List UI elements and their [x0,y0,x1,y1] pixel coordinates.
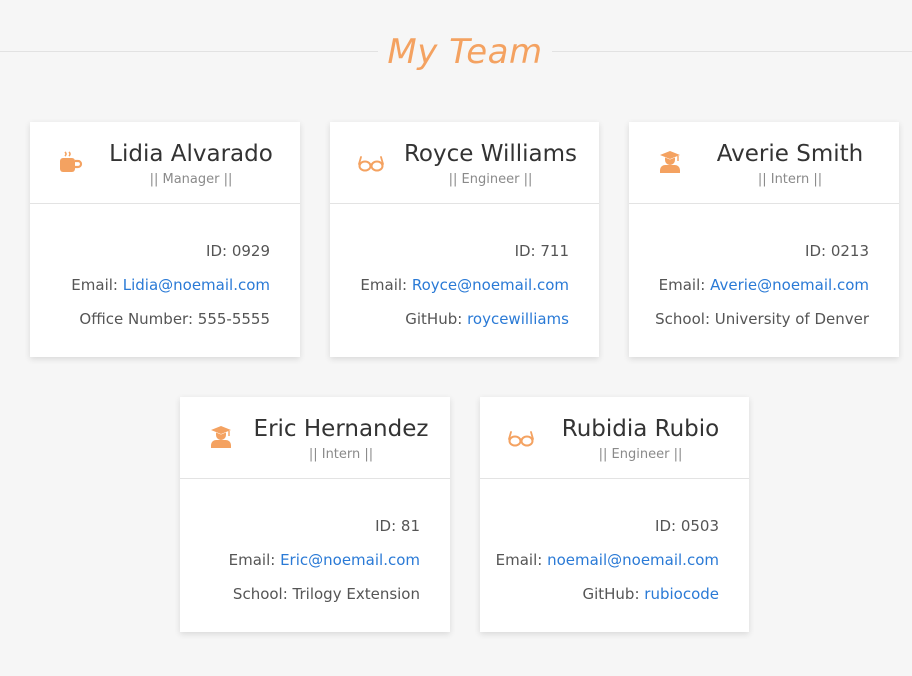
employee-card-manager: Lidia Alvarado || Manager || ID: 0929 Em… [30,122,300,357]
coffee-icon [58,151,84,173]
card-header: Averie Smith || Intern || [629,122,899,204]
card-header: Royce Williams || Engineer || [330,122,599,204]
employee-school: School: University of Denver [655,310,869,328]
header-divider-left [0,51,378,52]
employee-office-number: Office Number: 555-5555 [79,310,270,328]
email-link[interactable]: Averie@noemail.com [710,276,869,294]
employee-github: GitHub: roycewilliams [405,310,569,328]
glasses-icon [358,151,384,173]
employee-card-intern: Averie Smith || Intern || ID: 0213 Email… [629,122,899,357]
employee-card-engineer: Rubidia Rubio || Engineer || ID: 0503 Em… [480,397,749,632]
employee-card-intern: Eric Hernandez || Intern || ID: 81 Email… [180,397,450,632]
employee-school: School: Trilogy Extension [232,585,420,603]
glasses-icon [508,426,534,448]
employee-id: ID: 81 [375,517,420,535]
employee-name: Lidia Alvarado [109,141,273,167]
employee-name: Royce Williams [403,141,578,167]
employee-role: || Engineer || [598,447,683,462]
card-body: ID: 0213 Email: Averie@noemail.com Schoo… [629,204,899,336]
employee-id: ID: 0503 [655,517,719,535]
card-body: ID: 711 Email: Royce@noemail.com GitHub:… [330,204,599,336]
employee-role: || Manager || [149,172,233,187]
employee-role: || Intern || [757,172,823,187]
page-title: My Team [387,32,543,72]
employee-role: || Intern || [308,447,374,462]
graduate-icon [657,151,683,173]
email-link[interactable]: Eric@noemail.com [280,551,420,569]
email-link[interactable]: Royce@noemail.com [412,276,569,294]
card-body: ID: 81 Email: Eric@noemail.com School: T… [180,479,450,611]
graduate-icon [208,426,234,448]
employee-name: Averie Smith [716,141,864,167]
github-link[interactable]: rubiocode [644,585,719,603]
employee-email: Email: Averie@noemail.com [658,276,869,294]
employee-id: ID: 0929 [206,242,270,260]
card-header: Rubidia Rubio || Engineer || [480,397,749,479]
employee-id: ID: 711 [514,242,569,260]
card-body: ID: 0929 Email: Lidia@noemail.com Office… [30,204,300,336]
employee-role: || Engineer || [448,172,533,187]
employee-name: Rubidia Rubio [561,416,720,442]
employee-github: GitHub: rubiocode [582,585,719,603]
employee-email: Email: Lidia@noemail.com [71,276,270,294]
email-link[interactable]: noemail@noemail.com [547,551,719,569]
employee-email: Email: Royce@noemail.com [360,276,569,294]
employee-name: Eric Hernandez [253,416,429,442]
employee-email: Email: noemail@noemail.com [495,551,719,569]
card-header: Lidia Alvarado || Manager || [30,122,300,204]
github-link[interactable]: roycewilliams [467,310,569,328]
card-header: Eric Hernandez || Intern || [180,397,450,479]
team-page: My Team Lidia Alvarado || Manager || ID:… [0,0,912,676]
employee-email: Email: Eric@noemail.com [228,551,420,569]
page-header: My Team [0,30,912,74]
card-body: ID: 0503 Email: noemail@noemail.com GitH… [480,479,749,611]
employee-card-engineer: Royce Williams || Engineer || ID: 711 Em… [330,122,599,357]
email-link[interactable]: Lidia@noemail.com [123,276,270,294]
employee-id: ID: 0213 [805,242,869,260]
header-divider-right [552,51,912,52]
